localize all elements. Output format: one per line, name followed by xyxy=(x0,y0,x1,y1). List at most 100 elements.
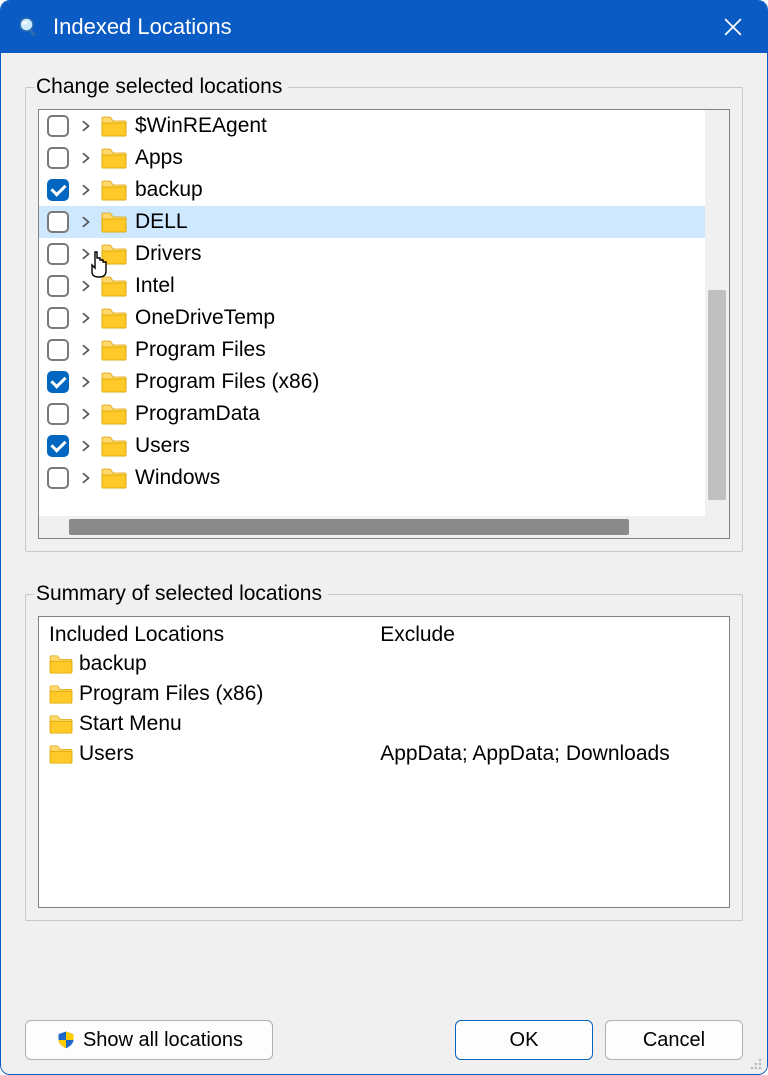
tree-row[interactable]: Drivers xyxy=(39,238,705,270)
folder-label: ProgramData xyxy=(131,402,260,426)
folder-label: DELL xyxy=(131,210,188,234)
expand-chevron-icon[interactable] xyxy=(75,115,97,137)
included-location-row[interactable]: Start Menu xyxy=(49,709,360,739)
indexed-locations-dialog: Indexed Locations Change selected locati… xyxy=(0,0,768,1075)
folder-icon xyxy=(49,744,73,764)
show-all-locations-button[interactable]: Show all locations xyxy=(25,1020,273,1060)
folder-icon xyxy=(101,243,127,265)
checkbox[interactable] xyxy=(47,243,69,265)
expand-chevron-icon[interactable] xyxy=(75,371,97,393)
checkbox[interactable] xyxy=(47,275,69,297)
expand-chevron-icon[interactable] xyxy=(75,147,97,169)
tree-row[interactable]: Apps xyxy=(39,142,705,174)
summary-legend: Summary of selected locations xyxy=(34,582,328,606)
close-button[interactable] xyxy=(711,5,755,49)
tree-row[interactable]: Windows xyxy=(39,462,705,494)
checkbox[interactable] xyxy=(47,115,69,137)
tree-row[interactable]: ProgramData xyxy=(39,398,705,430)
folder-icon xyxy=(49,684,73,704)
show-all-label: Show all locations xyxy=(83,1029,243,1052)
expand-chevron-icon[interactable] xyxy=(75,275,97,297)
folder-label: OneDriveTemp xyxy=(131,306,275,330)
horizontal-scrollbar[interactable] xyxy=(39,516,729,538)
checkbox[interactable] xyxy=(47,147,69,169)
checkbox[interactable] xyxy=(47,371,69,393)
folder-label: Program Files xyxy=(131,338,266,362)
folder-label: $WinREAgent xyxy=(131,114,267,138)
tree-viewport[interactable]: $WinREAgent Apps backup DELL Drivers Int… xyxy=(39,110,705,516)
exclude-row xyxy=(380,709,719,739)
uac-shield-icon xyxy=(55,1029,77,1051)
checkbox[interactable] xyxy=(47,179,69,201)
tree-row[interactable]: OneDriveTemp xyxy=(39,302,705,334)
folder-icon xyxy=(101,211,127,233)
expand-chevron-icon[interactable] xyxy=(75,339,97,361)
folder-icon xyxy=(101,179,127,201)
tree-row[interactable]: backup xyxy=(39,174,705,206)
expand-chevron-icon[interactable] xyxy=(75,467,97,489)
exclude-text: AppData; AppData; Downloads xyxy=(380,742,670,766)
tree-row[interactable]: $WinREAgent xyxy=(39,110,705,142)
folder-icon xyxy=(101,339,127,361)
included-location-label: Program Files (x86) xyxy=(79,682,263,706)
included-header: Included Locations xyxy=(49,623,360,647)
included-location-row[interactable]: backup xyxy=(49,649,360,679)
change-locations-legend: Change selected locations xyxy=(34,75,288,99)
folder-icon xyxy=(101,435,127,457)
included-location-label: Users xyxy=(79,742,134,766)
expand-chevron-icon[interactable] xyxy=(75,179,97,201)
checkbox[interactable] xyxy=(47,307,69,329)
folder-icon xyxy=(101,307,127,329)
change-locations-group: Change selected locations $WinREAgent Ap… xyxy=(25,75,743,552)
summary-group: Summary of selected locations Included L… xyxy=(25,582,743,921)
folder-icon xyxy=(101,467,127,489)
checkbox[interactable] xyxy=(47,403,69,425)
exclude-header: Exclude xyxy=(380,623,719,647)
ok-label: OK xyxy=(510,1029,539,1052)
tree-row[interactable]: Users xyxy=(39,430,705,462)
expand-chevron-icon[interactable] xyxy=(75,403,97,425)
folder-label: Program Files (x86) xyxy=(131,370,319,394)
checkbox[interactable] xyxy=(47,211,69,233)
window-title: Indexed Locations xyxy=(53,14,711,40)
cancel-button[interactable]: Cancel xyxy=(605,1020,743,1060)
folder-icon xyxy=(101,147,127,169)
folder-icon xyxy=(101,371,127,393)
included-location-label: backup xyxy=(79,652,147,676)
tree-row[interactable]: Program Files (x86) xyxy=(39,366,705,398)
horizontal-scroll-thumb[interactable] xyxy=(69,519,629,535)
exclude-column: Exclude AppData; AppData; Downloads xyxy=(370,617,729,907)
exclude-row: AppData; AppData; Downloads xyxy=(380,739,719,769)
search-index-icon xyxy=(15,13,43,41)
expand-chevron-icon[interactable] xyxy=(75,211,97,233)
folder-label: Users xyxy=(131,434,190,458)
vertical-scrollbar[interactable] xyxy=(705,110,729,516)
folder-icon xyxy=(101,115,127,137)
expand-chevron-icon[interactable] xyxy=(75,307,97,329)
tree-row[interactable]: DELL xyxy=(39,206,705,238)
included-location-row[interactable]: Users xyxy=(49,739,360,769)
resize-grip-icon[interactable] xyxy=(747,1054,763,1070)
included-column: Included Locations backup Program Files … xyxy=(39,617,370,907)
expand-chevron-icon[interactable] xyxy=(75,435,97,457)
included-location-row[interactable]: Program Files (x86) xyxy=(49,679,360,709)
titlebar: Indexed Locations xyxy=(1,1,767,53)
exclude-row xyxy=(380,649,719,679)
expand-chevron-icon[interactable] xyxy=(75,243,97,265)
checkbox[interactable] xyxy=(47,435,69,457)
folder-label: Drivers xyxy=(131,242,202,266)
checkbox[interactable] xyxy=(47,467,69,489)
tree-row[interactable]: Intel xyxy=(39,270,705,302)
button-bar: Show all locations OK Cancel xyxy=(25,1014,743,1060)
cancel-label: Cancel xyxy=(643,1029,705,1052)
folder-label: Intel xyxy=(131,274,175,298)
summary-pane: Included Locations backup Program Files … xyxy=(38,616,730,908)
folder-icon xyxy=(101,403,127,425)
folder-label: Apps xyxy=(131,146,183,170)
folder-icon xyxy=(49,714,73,734)
vertical-scroll-thumb[interactable] xyxy=(708,290,726,500)
checkbox[interactable] xyxy=(47,339,69,361)
tree-row[interactable]: Program Files xyxy=(39,334,705,366)
folder-icon xyxy=(101,275,127,297)
ok-button[interactable]: OK xyxy=(455,1020,593,1060)
